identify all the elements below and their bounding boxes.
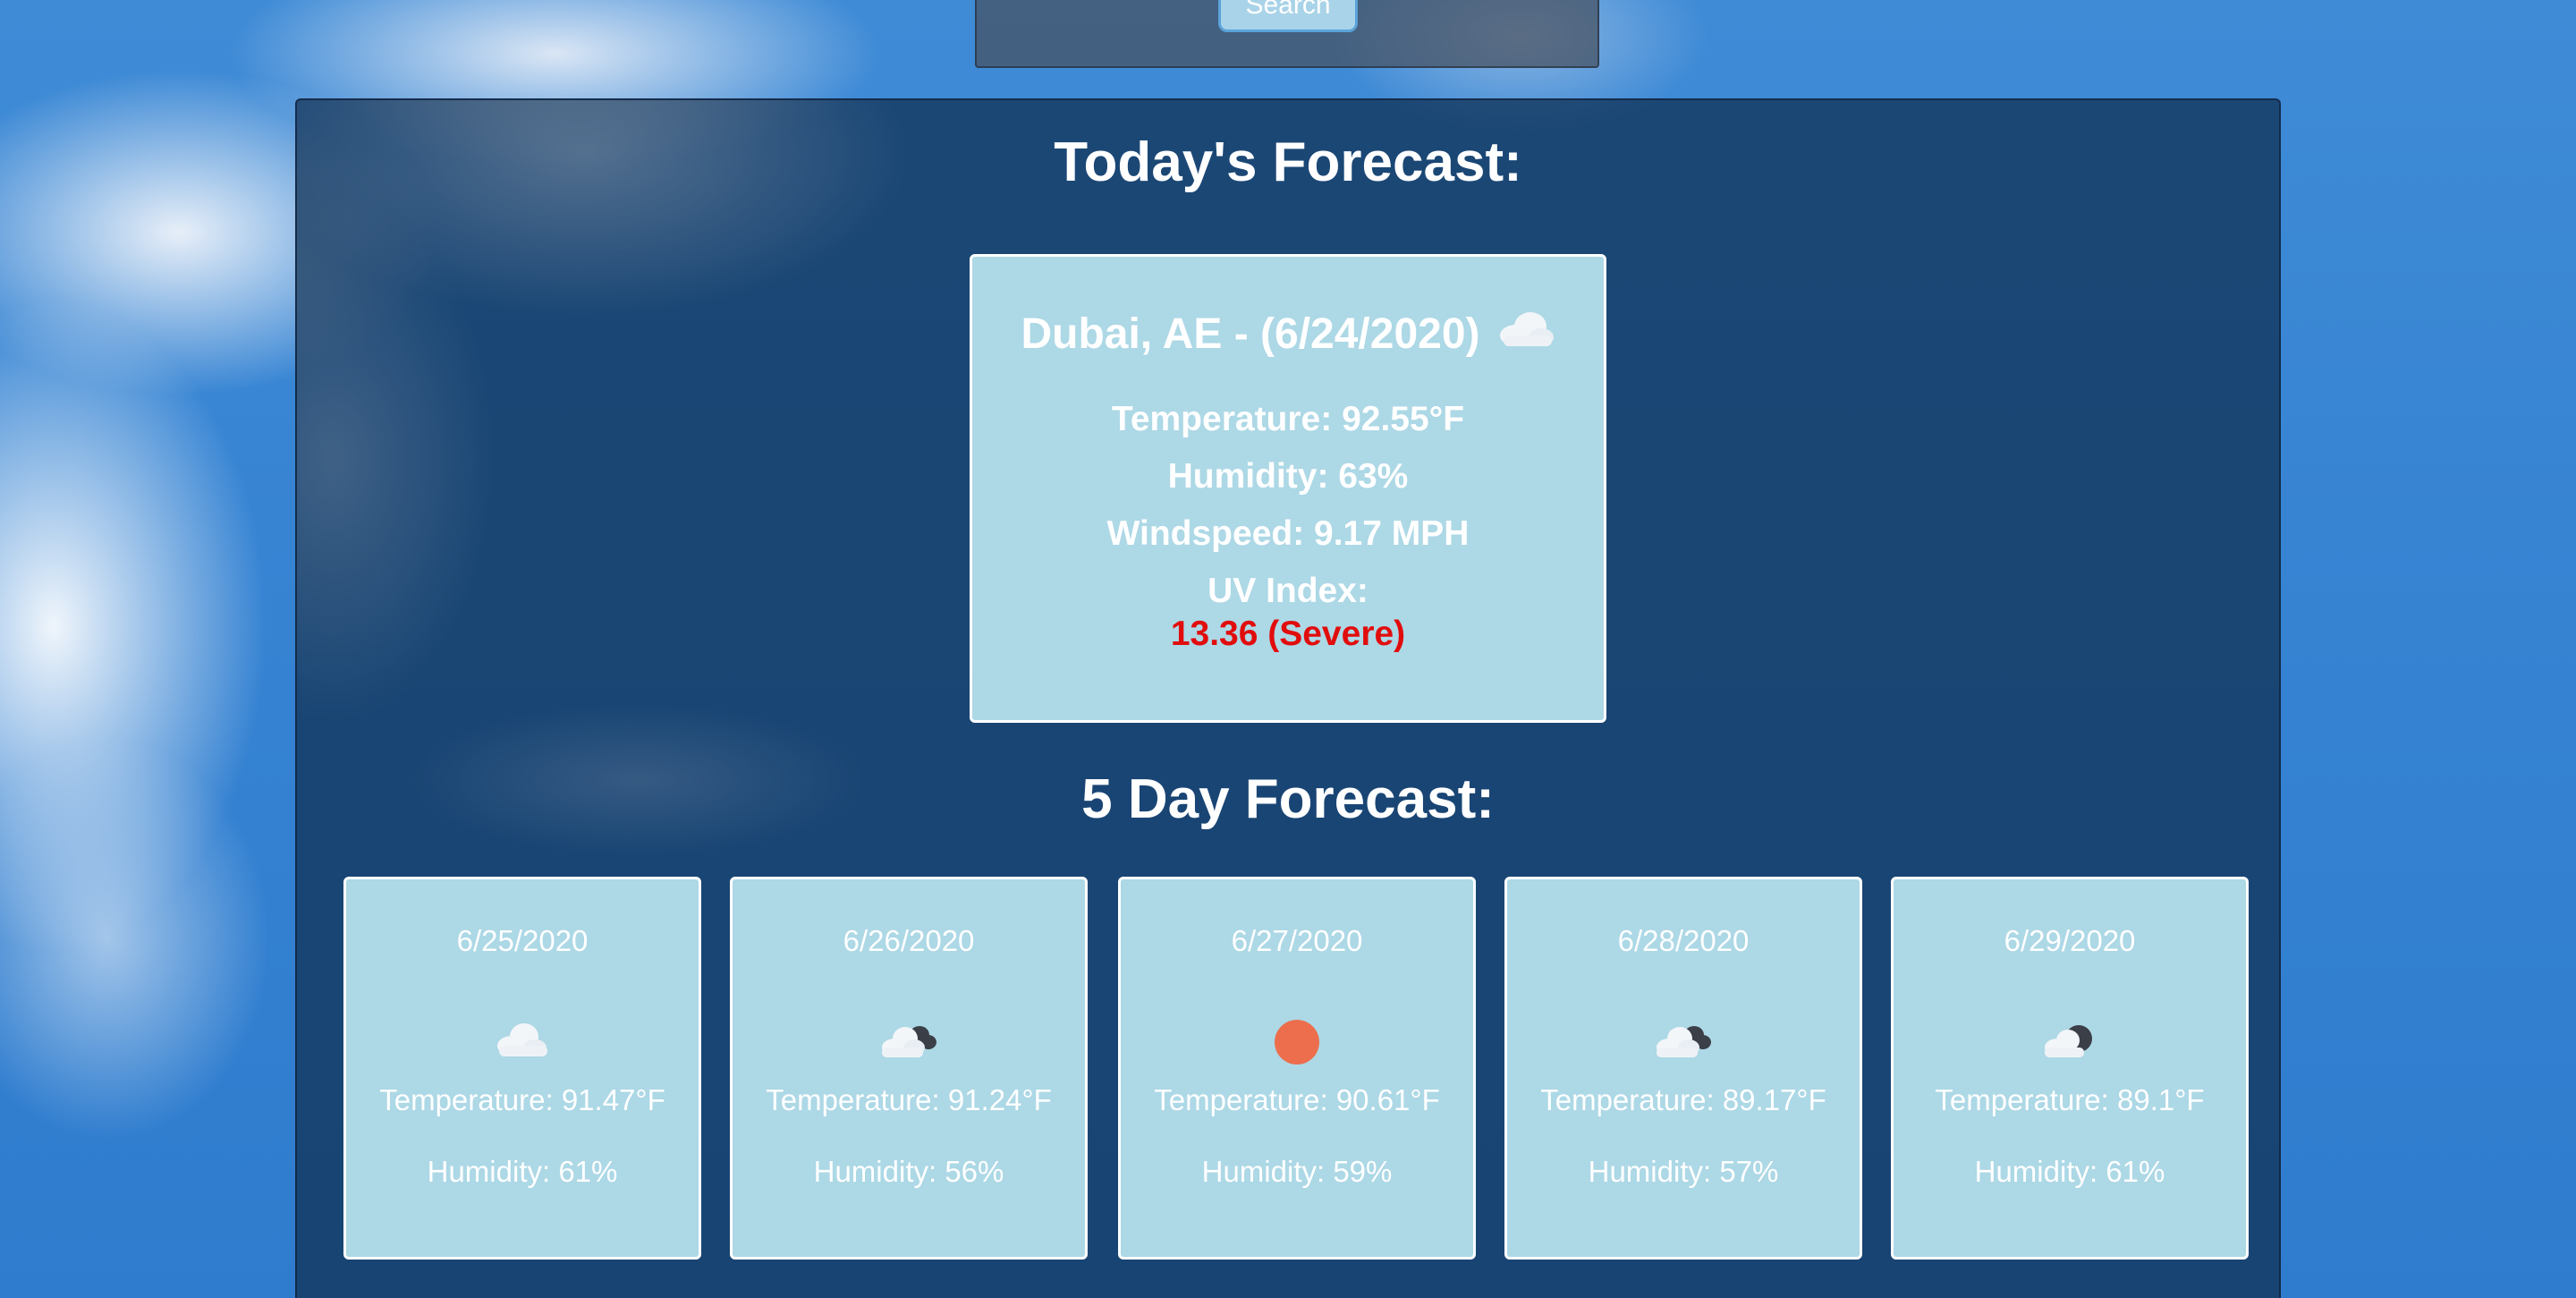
forecast-humidity: Humidity: 57% — [1588, 1155, 1779, 1188]
broken-clouds-icon — [873, 1012, 945, 1065]
today-humidity: Humidity: 63% — [1167, 457, 1409, 496]
city-date-heading: Dubai, AE - (6/24/2020) — [1021, 310, 1480, 358]
uv-index-label: UV Index: — [1208, 572, 1368, 610]
cloud-icon — [487, 1012, 558, 1065]
forecast-humidity: Humidity: 56% — [813, 1155, 1004, 1188]
today-temperature: Temperature: 92.55°F — [1111, 400, 1465, 438]
sun-icon — [1261, 1012, 1333, 1065]
forecast-temperature: Temperature: 89.17°F — [1540, 1083, 1826, 1116]
forecast-humidity: Humidity: 61% — [427, 1155, 618, 1188]
five-day-forecast-title: 5 Day Forecast: — [1081, 768, 1495, 830]
today-heading-row: Dubai, AE - (6/24/2020) — [972, 309, 1604, 359]
forecast-date: 6/27/2020 — [1231, 924, 1363, 957]
forecast-temperature: Temperature: 90.61°F — [1154, 1083, 1440, 1116]
forecast-date: 6/28/2020 — [1617, 924, 1750, 957]
forecast-day-card: 6/25/2020 Temperature: 91.47°F Humidity:… — [343, 877, 701, 1260]
partly-cloudy-night-icon — [2034, 1012, 2106, 1065]
broken-clouds-icon — [1648, 1012, 1719, 1065]
forecast-temperature: Temperature: 89.1°F — [1935, 1083, 2205, 1116]
forecast-day-card: 6/28/2020 Temperature: 89.17°F Humidity:… — [1504, 877, 1862, 1260]
forecast-day-card: 6/27/2020 Temperature: 90.61°F Humidity:… — [1118, 877, 1476, 1260]
todays-forecast-title: Today's Forecast: — [1054, 131, 1522, 193]
forecast-temperature: Temperature: 91.47°F — [379, 1083, 665, 1116]
forecast-day-card: 6/29/2020 Temperature: 89.1°F Humidity: … — [1891, 877, 2249, 1260]
today-windspeed: Windspeed: 9.17 MPH — [1106, 514, 1470, 553]
forecast-humidity: Humidity: 61% — [1974, 1155, 2165, 1188]
forecast-humidity: Humidity: 59% — [1201, 1155, 1393, 1188]
forecast-day-card: 6/26/2020 Temperature: 91.24°F Humidity:… — [730, 877, 1088, 1260]
forecast-date: 6/29/2020 — [2004, 924, 2136, 957]
uv-index-value: 13.36 (Severe) — [1170, 615, 1406, 653]
forecast-temperature: Temperature: 91.24°F — [766, 1083, 1052, 1116]
forecast-date: 6/25/2020 — [456, 924, 589, 957]
search-button[interactable]: Search — [1218, 0, 1358, 32]
today-weather-card: Dubai, AE - (6/24/2020) Temperature: 92.… — [970, 254, 1606, 723]
cloud-icon — [1496, 309, 1555, 359]
forecast-date: 6/26/2020 — [843, 924, 975, 957]
